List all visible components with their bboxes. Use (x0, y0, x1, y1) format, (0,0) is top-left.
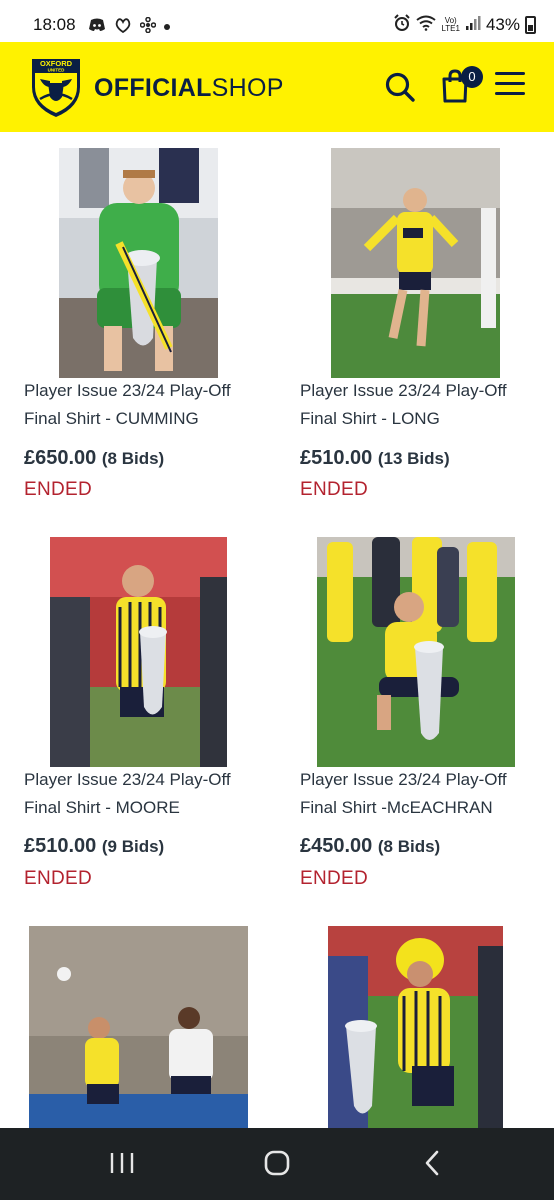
brand-wordmark[interactable]: OFFICIALSHOP (94, 74, 284, 103)
product-title-line: Final Shirt -McEACHRAN (300, 798, 493, 817)
product-price: £450.00 (8 Bids) (300, 835, 440, 858)
system-navigation-bar (0, 1128, 554, 1200)
brand-official: OFFICIAL (94, 74, 212, 102)
product-price: £510.00 (9 Bids) (24, 835, 164, 858)
discord-icon (88, 18, 106, 36)
cart-count-badge[interactable]: 0 (461, 66, 483, 88)
price-value: £450.00 (300, 835, 373, 857)
status-time: 18:08 (33, 15, 76, 34)
brand-shop: SHOP (211, 74, 284, 102)
status-label: ENDED (300, 868, 369, 889)
wifi-icon (416, 15, 437, 35)
product-photo[interactable] (29, 926, 248, 1128)
product-title-line: Final Shirt - CUMMING (24, 409, 199, 428)
product-title[interactable]: Player Issue 23/24 Play-Off Final Shirt … (24, 377, 274, 433)
back-icon[interactable] (402, 1146, 462, 1180)
bid-count: (13 Bids) (377, 449, 450, 468)
oxford-united-crest-logo[interactable]: OXFORD UNITED (30, 57, 82, 119)
product-title-line: Final Shirt - LONG (300, 409, 440, 428)
status-label: ENDED (24, 868, 93, 889)
product-title-line: Player Issue 23/24 Play-Off (24, 770, 231, 789)
product-price: £510.00 (13 Bids) (300, 447, 450, 470)
dot-icon (164, 24, 170, 30)
recents-icon[interactable] (92, 1146, 152, 1180)
battery-icon (525, 16, 536, 34)
product-photo[interactable] (59, 148, 218, 378)
site-header: OXFORD UNITED OFFICIALSHOP 0 (0, 42, 554, 132)
search-icon[interactable] (384, 71, 416, 103)
product-title-line: Player Issue 23/24 Play-Off (24, 381, 231, 400)
status-right-icons: Vo) LTE1 43% (393, 14, 536, 36)
product-title[interactable]: Player Issue 23/24 Play-Off Final Shirt … (300, 766, 550, 822)
status-left-icons (88, 16, 170, 37)
product-title[interactable]: Player Issue 23/24 Play-Off Final Shirt … (24, 766, 274, 822)
fan-icon (139, 16, 157, 37)
network-type: Vo) LTE1 (441, 16, 460, 33)
product-title-line: Player Issue 23/24 Play-Off (300, 381, 507, 400)
product-photo[interactable] (328, 926, 503, 1128)
price-value: £510.00 (24, 835, 97, 857)
product-photo[interactable] (331, 148, 500, 378)
product-title-line: Player Issue 23/24 Play-Off (300, 770, 507, 789)
price-value: £650.00 (24, 447, 97, 469)
product-title[interactable]: Player Issue 23/24 Play-Off Final Shirt … (300, 377, 550, 433)
bid-count: (9 Bids) (101, 837, 165, 856)
signal-icon (465, 15, 481, 35)
app-icon (114, 17, 132, 37)
status-label: ENDED (300, 479, 369, 500)
price-value: £510.00 (300, 447, 373, 469)
home-icon[interactable] (247, 1146, 307, 1180)
bid-count: (8 Bids) (377, 837, 441, 856)
product-photo[interactable] (50, 537, 227, 767)
svg-text:UNITED: UNITED (48, 68, 66, 73)
bid-count: (8 Bids) (101, 449, 165, 468)
hamburger-menu-icon[interactable] (495, 72, 525, 98)
status-label: ENDED (24, 479, 93, 500)
battery-percent: 43% (485, 15, 520, 34)
product-title-line: Final Shirt - MOORE (24, 798, 180, 817)
status-bar: 18:08 Vo) LTE1 43% (0, 0, 554, 42)
alarm-icon (393, 14, 411, 36)
product-price: £650.00 (8 Bids) (24, 447, 164, 470)
product-photo[interactable] (317, 537, 515, 767)
